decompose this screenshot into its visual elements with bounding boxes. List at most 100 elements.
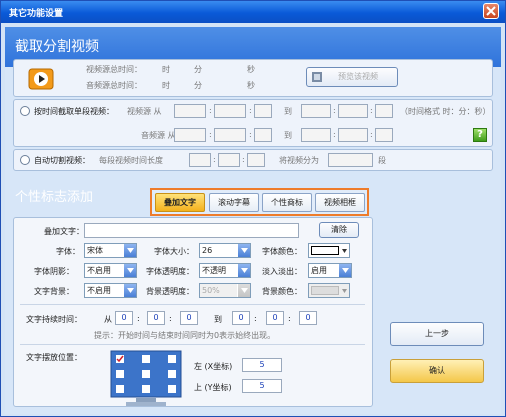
- y-coordinate-input[interactable]: 5: [242, 379, 282, 393]
- video-total-time-label: 视频源总时间：: [86, 65, 142, 74]
- confirm-button[interactable]: 确认: [390, 359, 484, 383]
- title-bar[interactable]: 其它功能设置: [1, 1, 505, 23]
- video-end-minute-input[interactable]: [338, 104, 368, 118]
- x-coordinate-input[interactable]: 5: [242, 358, 282, 372]
- segment-count-input[interactable]: [328, 153, 373, 167]
- font-label: 字体：: [56, 247, 80, 256]
- audio-total-time-label: 音频源总时间：: [86, 81, 142, 90]
- chevron-down-icon: [127, 268, 134, 273]
- start-minute-input[interactable]: 0: [147, 311, 165, 325]
- source-info-panel: 视频源总时间： 时 分 秒 音频源总时间： 时 分 秒 预览该视频: [13, 59, 493, 97]
- cut-by-time-panel: 按时间截取单段视频： 视频源 从 : : 到 : : （时间格式 时：分：秒） …: [13, 99, 493, 147]
- segment-second-input[interactable]: [247, 153, 265, 167]
- fade-label: 淡入淡出：: [262, 267, 302, 276]
- chevron-down-icon: [241, 248, 248, 253]
- start-second-input[interactable]: 0: [180, 311, 198, 325]
- fade-select[interactable]: 启用: [308, 263, 352, 278]
- section-title-split: 截取分割视频: [15, 39, 99, 55]
- position-grid-monitor-icon[interactable]: [110, 350, 182, 408]
- audio-end-hour-input[interactable]: [301, 128, 331, 142]
- video-start-second-input[interactable]: [254, 104, 272, 118]
- split-into-label: 将视频分为: [279, 156, 319, 165]
- window-title: 其它功能设置: [9, 9, 64, 19]
- tab-video-frame[interactable]: 视频相框: [315, 193, 365, 212]
- font-select-value: 宋体: [87, 246, 103, 255]
- video-second-unit: 秒: [247, 65, 255, 74]
- help-icon[interactable]: ?: [473, 128, 487, 142]
- chevron-down-icon: [342, 289, 347, 293]
- colon: :: [333, 106, 336, 115]
- start-hour-input[interactable]: 0: [115, 311, 133, 325]
- font-size-select[interactable]: 26: [199, 243, 251, 258]
- divider: [20, 304, 365, 305]
- audio-start-minute-input[interactable]: [214, 128, 246, 142]
- audio-end-second-input[interactable]: [375, 128, 393, 142]
- bg-color-picker[interactable]: [308, 283, 350, 298]
- clear-button[interactable]: 清除: [319, 222, 359, 238]
- segment-minute-input[interactable]: [218, 153, 240, 167]
- client-area: 截取分割视频 视频源总时间： 时 分 秒 音频源总时间： 时 分 秒 预览该视频…: [5, 27, 501, 414]
- opacity-select-value: 不透明: [202, 266, 226, 275]
- duration-from-label: 从: [104, 315, 112, 324]
- back-button[interactable]: 上一步: [390, 322, 484, 346]
- end-minute-input[interactable]: 0: [266, 311, 284, 325]
- section-title-logo: 个性标志添加: [15, 190, 94, 205]
- font-select[interactable]: 宋体: [84, 243, 137, 258]
- end-hour-input[interactable]: 0: [232, 311, 250, 325]
- colon: :: [370, 106, 373, 115]
- duration-to-label: 到: [214, 315, 222, 324]
- film-icon: [312, 72, 322, 82]
- bg-color-label: 背景颜色：: [262, 287, 302, 296]
- tab-overlay-text[interactable]: 叠加文字: [155, 193, 205, 212]
- segment-hour-input[interactable]: [189, 153, 211, 167]
- background-label: 文字背景：: [34, 287, 74, 296]
- video-start-hour-input[interactable]: [174, 104, 206, 118]
- video-source-from-label: 视频源 从: [127, 107, 162, 116]
- shadow-select-value: 不启用: [87, 266, 111, 275]
- audio-hour-unit: 时: [162, 81, 170, 90]
- opacity-select[interactable]: 不透明: [199, 263, 251, 278]
- opacity-label: 字体透明度：: [146, 267, 194, 276]
- duration-hint: 提示：开始时间与结束时间同时为0表示始终出现。: [94, 331, 276, 340]
- preview-video-button[interactable]: 预览该视频: [306, 67, 398, 87]
- bg-opacity-select[interactable]: 50%: [199, 283, 251, 298]
- video-hour-unit: 时: [162, 65, 170, 74]
- bg-opacity-select-value: 50%: [202, 286, 220, 295]
- audio-start-second-input[interactable]: [254, 128, 272, 142]
- video-clock-icon: [28, 68, 54, 90]
- overlay-text-input[interactable]: [84, 223, 299, 238]
- colon: :: [169, 314, 172, 323]
- auto-cut-panel: 自动切割视频： 每段视频时间长度 : : 将视频分为 段: [13, 149, 493, 171]
- close-button[interactable]: [483, 3, 499, 19]
- background-select[interactable]: 不启用: [84, 283, 137, 298]
- shadow-label: 字体阴影：: [34, 267, 74, 276]
- position-label: 文字摆放位置：: [26, 353, 82, 362]
- end-second-input[interactable]: 0: [299, 311, 317, 325]
- colon: :: [137, 314, 140, 323]
- video-end-hour-input[interactable]: [301, 104, 331, 118]
- background-select-value: 不启用: [87, 286, 111, 295]
- audio-to-label: 到: [284, 131, 292, 140]
- font-color-picker[interactable]: [308, 243, 350, 258]
- tab-custom-logo[interactable]: 个性商标: [262, 193, 312, 212]
- cut-by-time-radio[interactable]: [20, 106, 30, 116]
- colon: :: [249, 106, 252, 115]
- overlay-text-panel: 叠加文字： 清除 字体： 宋体 字体大小： 26 字体颜色： 字体阴影： 不启用…: [13, 217, 373, 407]
- audio-end-minute-input[interactable]: [338, 128, 368, 142]
- video-end-second-input[interactable]: [375, 104, 393, 118]
- font-size-label: 字体大小：: [154, 247, 194, 256]
- video-minute-unit: 分: [194, 65, 202, 74]
- video-start-minute-input[interactable]: [214, 104, 246, 118]
- colon: :: [213, 155, 216, 164]
- chevron-down-icon: [127, 288, 134, 293]
- colon: :: [370, 130, 373, 139]
- auto-cut-label: 自动切割视频：: [34, 156, 90, 165]
- colon: :: [288, 314, 291, 323]
- shadow-select[interactable]: 不启用: [84, 263, 137, 278]
- settings-window: 其它功能设置 截取分割视频 视频源总时间： 时 分 秒 音频源总时间： 时 分 …: [0, 0, 506, 417]
- segment-length-label: 每段视频时间长度: [99, 156, 163, 165]
- tab-scrolling-subtitle[interactable]: 滚动字幕: [209, 193, 259, 212]
- auto-cut-radio[interactable]: [20, 155, 30, 165]
- close-icon: [486, 6, 496, 16]
- audio-start-hour-input[interactable]: [174, 128, 206, 142]
